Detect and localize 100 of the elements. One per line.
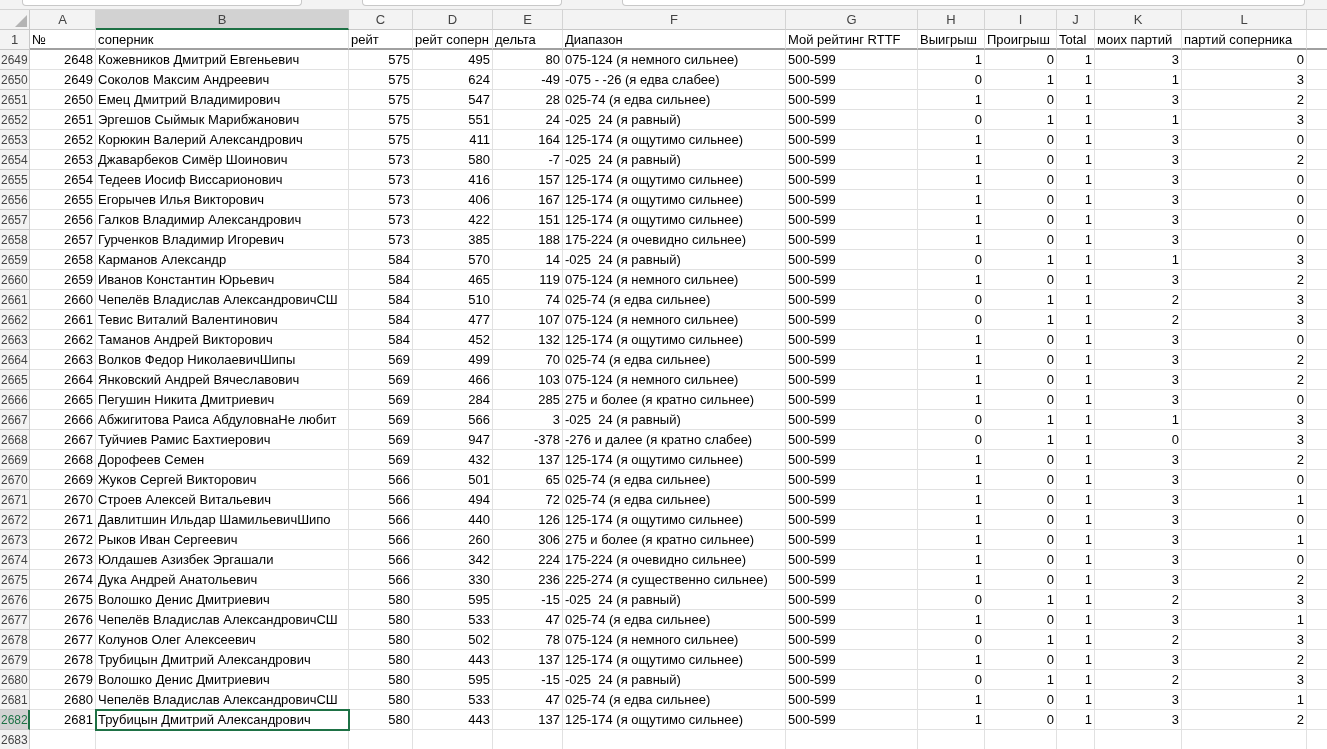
table-cell[interactable]: 1: [1057, 590, 1095, 610]
table-cell[interactable]: Чепелёв Владислав АлександровичСШ: [96, 290, 349, 310]
table-cell[interactable]: 573: [349, 230, 413, 250]
table-cell[interactable]: 3: [1182, 110, 1307, 130]
table-cell[interactable]: 500-599: [786, 210, 918, 230]
table-cell[interactable]: 2662: [30, 330, 96, 350]
table-cell[interactable]: 103: [493, 370, 563, 390]
table-cell[interactable]: Дука Андрей Анатольевич: [96, 570, 349, 590]
table-cell[interactable]: 2676: [30, 610, 96, 630]
table-cell[interactable]: 1: [918, 370, 985, 390]
table-cell[interactable]: 3: [1095, 190, 1182, 210]
table-cell[interactable]: 80: [493, 50, 563, 70]
table-cell[interactable]: 443: [413, 650, 493, 670]
table-cell[interactable]: 2665: [30, 390, 96, 410]
column-header[interactable]: J: [1057, 10, 1095, 30]
table-cell[interactable]: 1: [1057, 570, 1095, 590]
table-cell[interactable]: 575: [349, 50, 413, 70]
table-cell[interactable]: 573: [349, 150, 413, 170]
table-cell[interactable]: 580: [349, 670, 413, 690]
table-cell[interactable]: 0: [985, 330, 1057, 350]
table-cell[interactable]: 3: [1182, 590, 1307, 610]
table-cell[interactable]: 3: [1095, 550, 1182, 570]
table-cell[interactable]: 0: [1182, 510, 1307, 530]
row-header[interactable]: 2652: [0, 110, 30, 130]
table-cell[interactable]: 2657: [30, 230, 96, 250]
row-header[interactable]: 2665: [0, 370, 30, 390]
table-cell[interactable]: 584: [349, 290, 413, 310]
table-cell[interactable]: 1: [1057, 270, 1095, 290]
table-cell[interactable]: 2674: [30, 570, 96, 590]
table-cell[interactable]: 0: [985, 50, 1057, 70]
table-cell[interactable]: 125-174 (я ощутимо сильнее): [563, 330, 786, 350]
table-cell[interactable]: 3: [1095, 450, 1182, 470]
table-cell[interactable]: 0: [1182, 390, 1307, 410]
table-cell[interactable]: 573: [349, 190, 413, 210]
table-cell[interactable]: 500-599: [786, 670, 918, 690]
table-cell[interactable]: 416: [413, 170, 493, 190]
table-cell[interactable]: Волошко Денис Дмитриевич: [96, 670, 349, 690]
table-cell[interactable]: 284: [413, 390, 493, 410]
table-cell[interactable]: 025-74 (я едва сильнее): [563, 690, 786, 710]
table-cell[interactable]: Иванов Константин Юрьевич: [96, 270, 349, 290]
table-cell[interactable]: 2: [1182, 570, 1307, 590]
table-cell[interactable]: Янковский Андрей Вячеславович: [96, 370, 349, 390]
table-cell[interactable]: 1: [1057, 370, 1095, 390]
table-cell[interactable]: 3: [1095, 350, 1182, 370]
column-header[interactable]: E: [493, 10, 563, 30]
column-header[interactable]: H: [918, 10, 985, 30]
table-cell[interactable]: 1: [1057, 670, 1095, 690]
table-cell[interactable]: 164: [493, 130, 563, 150]
table-cell[interactable]: Корюкин Валерий Александрович: [96, 130, 349, 150]
table-cell[interactable]: 2671: [30, 510, 96, 530]
table-cell[interactable]: 0: [1182, 130, 1307, 150]
table-cell[interactable]: Туйчиев Рамис Бахтиерович: [96, 430, 349, 450]
row-header[interactable]: 2675: [0, 570, 30, 590]
row-header[interactable]: 2664: [0, 350, 30, 370]
table-cell[interactable]: 3: [1095, 650, 1182, 670]
row-header[interactable]: 2667: [0, 410, 30, 430]
table-cell[interactable]: 2: [1182, 710, 1307, 730]
table-cell[interactable]: 2677: [30, 630, 96, 650]
table-cell[interactable]: 025-74 (я едва сильнее): [563, 90, 786, 110]
table-cell[interactable]: 1: [918, 650, 985, 670]
table-cell[interactable]: 2: [1095, 670, 1182, 690]
table-cell[interactable]: 0: [985, 90, 1057, 110]
table-cell[interactable]: 2663: [30, 350, 96, 370]
table-cell[interactable]: -49: [493, 70, 563, 90]
table-cell[interactable]: 500-599: [786, 650, 918, 670]
table-cell[interactable]: 125-174 (я ощутимо сильнее): [563, 450, 786, 470]
table-cell[interactable]: 0: [985, 190, 1057, 210]
table-cell[interactable]: 500-599: [786, 490, 918, 510]
row-header[interactable]: 2655: [0, 170, 30, 190]
table-cell[interactable]: 125-174 (я ощутимо сильнее): [563, 650, 786, 670]
table-cell[interactable]: 580: [349, 690, 413, 710]
table-cell[interactable]: 569: [349, 430, 413, 450]
row-header[interactable]: 2677: [0, 610, 30, 630]
table-cell[interactable]: 1: [918, 470, 985, 490]
table-cell[interactable]: 1: [985, 670, 1057, 690]
table-cell[interactable]: 547: [413, 90, 493, 110]
row-header[interactable]: 2653: [0, 130, 30, 150]
table-cell[interactable]: 125-174 (я ощутимо сильнее): [563, 130, 786, 150]
table-cell[interactable]: 3: [1182, 250, 1307, 270]
table-cell[interactable]: 0: [1182, 210, 1307, 230]
row-header[interactable]: 2682: [0, 710, 30, 730]
table-cell[interactable]: -075 - -26 (я едва слабее): [563, 70, 786, 90]
table-cell[interactable]: 595: [413, 670, 493, 690]
table-cell[interactable]: 1: [1057, 430, 1095, 450]
table-cell[interactable]: 1: [1057, 630, 1095, 650]
table-cell[interactable]: 0: [918, 70, 985, 90]
table-cell[interactable]: 2659: [30, 270, 96, 290]
table-cell[interactable]: 500-599: [786, 410, 918, 430]
table-cell[interactable]: 125-174 (я ощутимо сильнее): [563, 190, 786, 210]
header-cell[interactable]: №: [30, 30, 96, 50]
table-cell[interactable]: 0: [985, 150, 1057, 170]
table-cell[interactable]: 1: [1182, 690, 1307, 710]
table-cell[interactable]: 224: [493, 550, 563, 570]
table-cell[interactable]: 502: [413, 630, 493, 650]
table-cell[interactable]: 151: [493, 210, 563, 230]
table-cell[interactable]: 0: [918, 250, 985, 270]
table-cell[interactable]: 575: [349, 70, 413, 90]
table-cell[interactable]: 500-599: [786, 250, 918, 270]
table-cell[interactable]: 236: [493, 570, 563, 590]
table-cell[interactable]: 500-599: [786, 510, 918, 530]
